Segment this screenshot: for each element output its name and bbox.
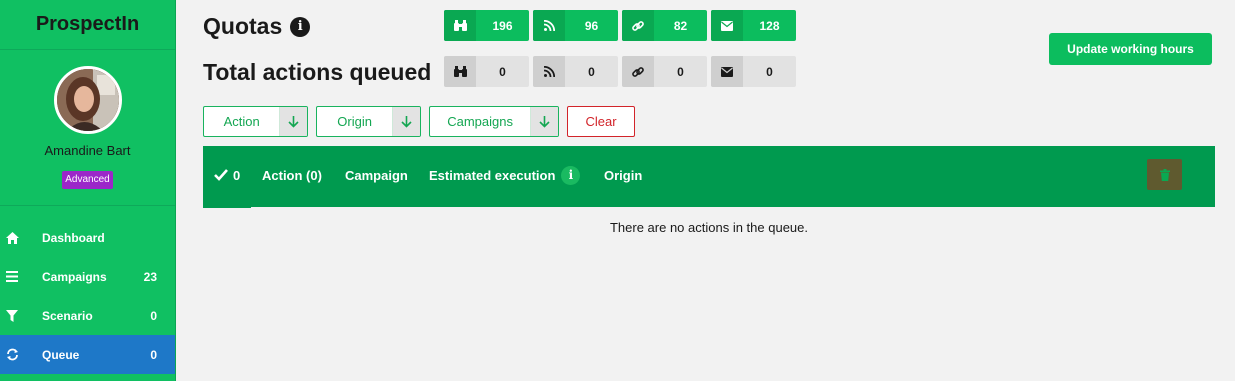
sidebar-item-campaigns[interactable]: Campaigns 23 xyxy=(0,257,175,296)
clear-button[interactable]: Clear xyxy=(567,106,635,137)
delete-button[interactable] xyxy=(1147,159,1182,190)
binoculars-icon xyxy=(444,10,476,41)
rss-icon xyxy=(533,10,565,41)
link-icon xyxy=(622,56,654,87)
quota-value: 82 xyxy=(673,18,688,33)
sidebar-item-label: Queue xyxy=(42,347,80,362)
queued-value: 0 xyxy=(677,64,684,79)
quotas-row: 196 96 82 128 xyxy=(444,10,796,41)
column-estimated-execution[interactable]: Estimated execution i xyxy=(429,146,581,204)
quotas-title: Quotas i xyxy=(203,13,311,40)
username: Amandine Bart xyxy=(44,143,131,158)
queue-table-header: 0 Action (0) Campaign Estimated executio… xyxy=(203,146,1215,208)
origin-filter-label: Origin xyxy=(337,114,372,129)
queued-connections: 0 xyxy=(622,56,707,87)
arrow-down-icon xyxy=(530,107,558,136)
quota-follows: 96 xyxy=(533,10,618,41)
trash-icon xyxy=(1159,168,1170,181)
action-filter-dropdown[interactable]: Action xyxy=(203,106,308,137)
queued-messages: 0 xyxy=(711,56,796,87)
binoculars-icon xyxy=(444,56,476,87)
queued-follows: 0 xyxy=(533,56,618,87)
campaigns-filter-label: Campaigns xyxy=(447,114,513,129)
queued-row: 0 0 0 0 xyxy=(444,56,796,87)
sidebar-item-queue[interactable]: Queue 0 xyxy=(0,335,175,374)
quota-connections: 82 xyxy=(622,10,707,41)
select-all-checkbox[interactable]: 0 xyxy=(214,146,240,204)
sidebar-item-count: 0 xyxy=(150,308,157,323)
rss-icon xyxy=(533,56,565,87)
queued-value: 0 xyxy=(766,64,773,79)
link-icon xyxy=(622,10,654,41)
queued-title: Total actions queued xyxy=(203,59,432,85)
quotas-title-text: Quotas xyxy=(203,13,283,39)
sidebar-item-scenario[interactable]: Scenario 0 xyxy=(0,296,175,335)
info-icon[interactable]: i xyxy=(561,165,581,185)
quota-profile-visits: 196 xyxy=(444,10,529,41)
empty-queue-message: There are no actions in the queue. xyxy=(609,220,809,235)
quota-value: 96 xyxy=(584,18,599,33)
sidebar-item-label: Campaigns xyxy=(42,269,107,284)
info-icon[interactable]: i xyxy=(290,16,311,37)
sidebar-item-count: 0 xyxy=(150,347,157,362)
arrow-down-icon xyxy=(392,107,420,136)
quota-value: 196 xyxy=(492,18,513,33)
filter-icon xyxy=(0,309,24,322)
brand-logo[interactable]: ProspectIn xyxy=(0,0,175,50)
envelope-icon xyxy=(711,56,743,87)
quota-value: 128 xyxy=(759,18,780,33)
queued-value: 0 xyxy=(499,64,506,79)
plan-badge: Advanced xyxy=(62,171,113,189)
sidebar-item-count: 23 xyxy=(143,269,157,284)
origin-filter-dropdown[interactable]: Origin xyxy=(316,106,421,137)
action-filter-label: Action xyxy=(223,114,260,129)
arrow-down-icon xyxy=(279,107,307,136)
filter-bar: Action Origin Campaigns Clear xyxy=(203,106,635,137)
column-estimated-execution-label: Estimated execution xyxy=(429,167,556,183)
avatar[interactable] xyxy=(53,66,122,134)
column-action[interactable]: Action (0) xyxy=(262,146,322,204)
queued-value: 0 xyxy=(588,64,595,79)
selected-count: 0 xyxy=(233,167,241,183)
update-working-hours-button[interactable]: Update working hours xyxy=(1049,33,1212,65)
home-icon xyxy=(0,231,24,244)
column-campaign[interactable]: Campaign xyxy=(345,146,408,204)
campaigns-filter-dropdown[interactable]: Campaigns xyxy=(429,106,559,137)
user-profile: Amandine Bart Advanced xyxy=(0,50,175,206)
queued-profile-visits: 0 xyxy=(444,56,529,87)
sidebar: ProspectIn Amandine Bart Advanced Dashbo… xyxy=(0,0,176,381)
list-icon xyxy=(0,271,24,282)
envelope-icon xyxy=(711,10,743,41)
sidebar-item-label: Scenario xyxy=(42,308,93,323)
selection-underline xyxy=(203,206,251,208)
sidebar-item-label: Dashboard xyxy=(42,230,105,245)
check-icon xyxy=(214,169,228,181)
refresh-icon xyxy=(0,348,24,361)
quota-messages: 128 xyxy=(711,10,796,41)
sidebar-item-dashboard[interactable]: Dashboard xyxy=(0,218,175,257)
column-origin[interactable]: Origin xyxy=(604,146,642,204)
